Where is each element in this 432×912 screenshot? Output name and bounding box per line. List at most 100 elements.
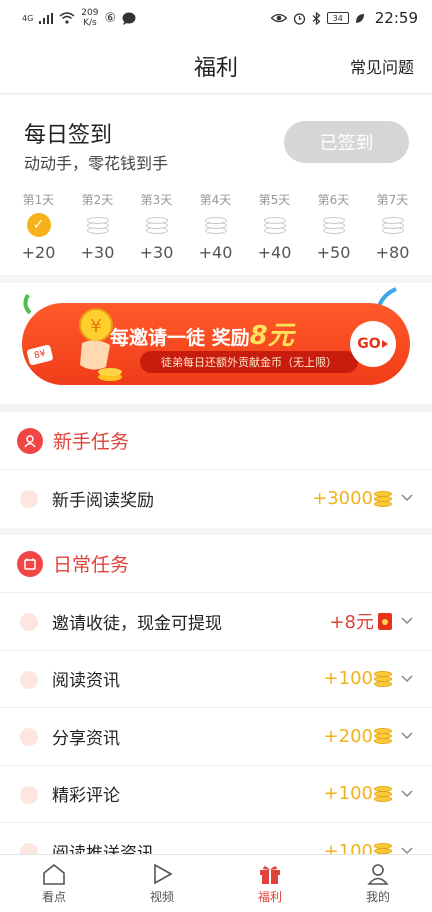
nav-item-welfare[interactable]: 福利: [216, 855, 324, 912]
chevron-down-icon[interactable]: [400, 728, 414, 742]
day-points: +40: [257, 243, 292, 262]
home-icon: [43, 863, 65, 885]
red-packet-icon: [378, 612, 392, 630]
signin-days: 第1天 ✓ +20 第2天 +30 第3天 +30 第4天 +40 第5天 +4…: [0, 191, 432, 262]
day-label: 第1天: [22, 193, 55, 207]
coin-symbol: ¥: [90, 316, 101, 337]
day-label: 第6天: [317, 193, 350, 207]
section-title: 新手任务: [53, 431, 130, 453]
signin-day: 第7天 +80: [363, 191, 422, 262]
task-reward: +100: [324, 668, 392, 689]
chevron-down-icon[interactable]: [400, 786, 414, 800]
net-speed: 209 K/s: [81, 8, 98, 28]
chevron-down-icon[interactable]: [400, 490, 414, 504]
nav-label: 福利: [257, 889, 282, 904]
task-label: 阅读资讯: [52, 671, 120, 692]
signin-day: 第3天 +30: [127, 191, 186, 262]
task-label: 精彩评论: [52, 786, 120, 807]
money-tag: 8¥: [26, 344, 54, 366]
signin-title: 每日签到: [24, 123, 113, 148]
go-label: GO: [357, 336, 381, 352]
signin-day: 第2天 +30: [68, 191, 127, 262]
nav-item-kandian[interactable]: 看点: [0, 855, 108, 912]
app-notification-icon: ⑥: [104, 10, 117, 26]
signed-in-button[interactable]: 已签到: [284, 121, 409, 163]
task-dot: [20, 613, 38, 631]
coin-stack-icon: [145, 215, 168, 235]
clock: 22:59: [374, 9, 418, 27]
task-label: 邀请收徒，现金可提现: [52, 613, 222, 634]
task-reward: +8元: [329, 608, 392, 634]
nav-item-video[interactable]: 视频: [108, 855, 216, 912]
net-speed-value: 209: [81, 8, 99, 18]
day-label: 第3天: [140, 193, 173, 207]
checked-coin-icon: ✓: [26, 213, 51, 237]
day-points: +20: [21, 243, 56, 262]
daily-signin-card: 每日签到 动动手，零花钱到手 已签到 第1天 ✓ +20 第2天 +30 第3天…: [0, 95, 432, 275]
invite-banner[interactable]: ¥ 8¥ 每邀请一徒 奖励8元 徒弟每日还额外贡献金币（无上限） GO: [22, 303, 410, 385]
task-dot: [20, 728, 38, 746]
task-row[interactable]: 阅读资讯 +100: [0, 651, 432, 708]
nav-item-mine[interactable]: 我的: [324, 855, 432, 912]
reward-value: +100: [323, 783, 373, 805]
day-points: +40: [198, 243, 233, 262]
task-reward: +3000: [312, 488, 392, 509]
section-header: 新手任务: [0, 412, 432, 470]
leaf-icon: [355, 13, 364, 23]
task-reward: +100: [324, 783, 392, 804]
day-label: 第5天: [258, 193, 291, 207]
coin-stack-icon: [374, 490, 392, 507]
coin-stack-icon: [381, 215, 404, 235]
bluetooth-icon: [312, 11, 321, 25]
day-points: +80: [375, 243, 410, 262]
coin-stack-icon: [322, 215, 345, 235]
coin-stack-icon: [86, 215, 109, 235]
go-button[interactable]: GO: [350, 321, 396, 367]
eye-icon: [270, 13, 287, 23]
reward-value: +100: [323, 668, 373, 690]
task-dot: [20, 670, 38, 689]
banner-title-text: 每邀请一徒 奖励: [110, 327, 250, 349]
signin-day: 第6天 +50: [304, 191, 363, 262]
coin-stack-icon: [263, 215, 286, 235]
invite-banner-area: ¥ 8¥ 每邀请一徒 奖励8元 徒弟每日还额外贡献金币（无上限） GO: [0, 283, 432, 404]
coin-stack-icon: [374, 670, 392, 687]
chevron-down-icon[interactable]: [400, 671, 414, 685]
signin-day: 第5天 +40: [245, 191, 304, 262]
section-title: 日常任务: [53, 554, 130, 576]
battery-level: 34: [332, 13, 343, 23]
banner-title: 每邀请一徒 奖励8元: [110, 315, 294, 352]
bottom-nav: 看点 视频 福利 我的: [0, 854, 432, 912]
signin-day: 第4天 +40: [186, 191, 245, 262]
status-bar: 4G 209 K/s ⑥ 34 22:59: [0, 0, 432, 36]
task-row[interactable]: 邀请收徒，现金可提现 +8元: [0, 593, 432, 651]
task-row[interactable]: 精彩评论 +100: [0, 766, 432, 823]
day-points: +50: [316, 243, 351, 262]
reward-value: +3000: [312, 488, 373, 510]
user-badge-icon: [17, 427, 43, 454]
task-row[interactable]: 新手阅读奖励 +3000: [0, 470, 432, 528]
gift-icon: [260, 865, 280, 884]
day-label: 第4天: [199, 193, 232, 207]
alarm-icon: [293, 12, 305, 25]
wifi-icon: [59, 12, 75, 24]
signal-icon: [39, 12, 54, 24]
coin-stack-icon: [374, 728, 392, 745]
day-label: 第2天: [81, 193, 114, 207]
task-row[interactable]: 分享资讯 +200: [0, 708, 432, 766]
signin-subtitle: 动动手，零花钱到手: [24, 154, 169, 173]
signin-day: 第1天 ✓ +20: [9, 191, 68, 262]
chevron-down-icon[interactable]: [400, 613, 414, 627]
faq-link[interactable]: 常见问题: [350, 54, 414, 78]
task-dot: [20, 490, 38, 508]
chat-icon: [122, 12, 136, 25]
net-speed-unit: K/s: [83, 18, 97, 28]
page-header: 福利 常见问题: [0, 36, 432, 94]
task-reward: +200: [324, 726, 392, 747]
nav-label: 视频: [149, 889, 174, 904]
user-icon: [367, 863, 389, 885]
network-label: 4G: [22, 13, 34, 23]
play-icon: [154, 863, 173, 884]
task-label: 分享资讯: [52, 728, 120, 749]
banner-amount: 8元: [249, 321, 294, 351]
